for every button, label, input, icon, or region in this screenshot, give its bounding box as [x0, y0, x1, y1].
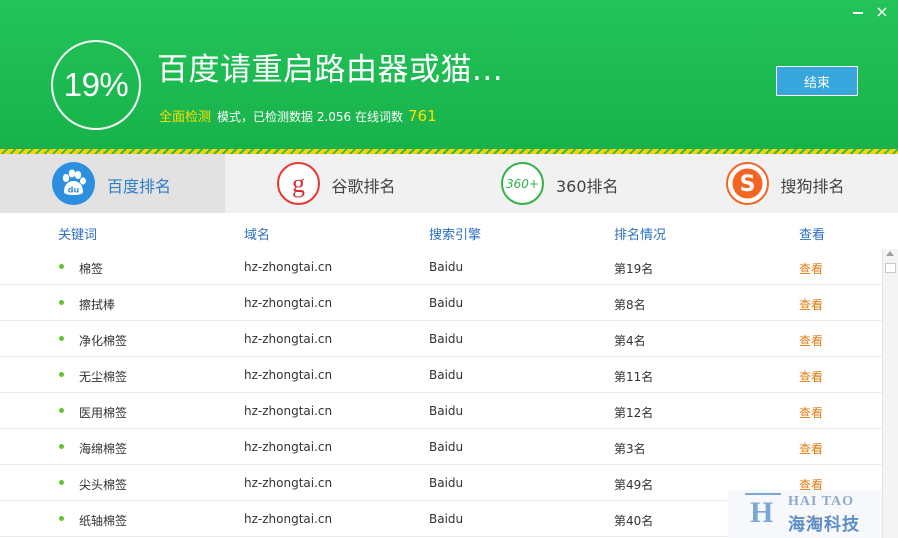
table-row: 擦拭棒 hz-zhongtai.cn Baidu 第8名 查看 — [0, 285, 882, 321]
cell-domain: hz-zhongtai.cn — [244, 440, 333, 454]
engine-tabs: du 百度排名 g 谷歌排名 360+ 360排名 S 搜狗排名 — [0, 154, 898, 213]
status-title: 百度请重启路由器或猫... — [157, 52, 504, 88]
cell-keyword: 净化棉签 — [79, 334, 128, 348]
cell-domain: hz-zhongtai.cn — [244, 332, 333, 346]
view-link[interactable]: 查看 — [799, 332, 823, 349]
cell-rank: 第19名 — [614, 262, 654, 276]
bullet-dot-icon — [59, 408, 64, 413]
bullet-dot-icon — [59, 480, 64, 485]
tab-sogou[interactable]: S 搜狗排名 — [674, 154, 898, 213]
baidu-paw-icon: du — [52, 162, 95, 205]
bullet-dot-icon — [59, 372, 64, 377]
watermark-brand-en: HAI TAO — [788, 494, 854, 509]
vertical-scrollbar[interactable] — [882, 249, 898, 538]
table-row: 棉签 hz-zhongtai.cn Baidu 第19名 查看 — [0, 249, 882, 285]
view-link[interactable]: 查看 — [799, 404, 823, 421]
scroll-up-arrow-icon[interactable] — [886, 251, 894, 256]
cell-domain: hz-zhongtai.cn — [244, 512, 333, 526]
column-header-view: 查看 — [799, 228, 826, 243]
cell-domain: hz-zhongtai.cn — [244, 368, 333, 382]
online-count: 761 — [408, 107, 437, 125]
google-g-icon: g — [276, 162, 320, 205]
tab-label: 搜狗排名 — [780, 177, 845, 196]
table-row: 无尘棉签 hz-zhongtai.cn Baidu 第11名 查看 — [0, 357, 882, 393]
minimize-button[interactable] — [850, 4, 866, 20]
view-link[interactable]: 查看 — [799, 440, 823, 457]
column-header-domain: 域名 — [244, 228, 271, 243]
cell-rank: 第40名 — [614, 514, 654, 528]
cell-keyword: 无尘棉签 — [79, 370, 128, 384]
progress-percent: 19% — [63, 66, 129, 103]
bullet-dot-icon — [59, 516, 64, 521]
cell-rank: 第11名 — [614, 370, 654, 384]
360-icon: 360+ — [501, 162, 544, 205]
table-row: 海绵棉签 hz-zhongtai.cn Baidu 第3名 查看 — [0, 429, 882, 465]
cell-rank: 第8名 — [614, 298, 646, 312]
cell-rank: 第4名 — [614, 334, 646, 348]
cell-domain: hz-zhongtai.cn — [244, 404, 333, 418]
cell-keyword: 医用棉签 — [79, 406, 128, 420]
cell-engine: Baidu — [429, 476, 464, 490]
cell-domain: hz-zhongtai.cn — [244, 260, 333, 274]
column-header-rank: 排名情况 — [614, 228, 667, 243]
haitao-logo-letter: H — [744, 493, 782, 529]
cell-rank: 第49名 — [614, 478, 654, 492]
bullet-dot-icon — [59, 444, 64, 449]
view-link[interactable]: 查看 — [799, 368, 823, 385]
cell-engine: Baidu — [429, 260, 464, 274]
tab-label: 百度排名 — [107, 177, 172, 196]
cell-engine: Baidu — [429, 512, 464, 526]
cell-rank: 第3名 — [614, 442, 646, 456]
svg-text:du: du — [68, 186, 80, 195]
cell-engine: Baidu — [429, 440, 464, 454]
cell-engine: Baidu — [429, 404, 464, 418]
sogou-s-icon: S — [725, 162, 769, 205]
cell-keyword: 纸轴棉签 — [79, 514, 128, 528]
status-text: 模式，已检测数据 2.056 在线词数 — [217, 110, 403, 124]
status-line: 全面检测 模式，已检测数据 2.056 在线词数 761 — [159, 106, 437, 125]
table-row: 净化棉签 hz-zhongtai.cn Baidu 第4名 查看 — [0, 321, 882, 357]
tab-baidu[interactable]: du 百度排名 — [0, 154, 225, 213]
table-header: 关键词 域名 搜索引擎 排名情况 查看 — [0, 213, 882, 249]
cell-keyword: 擦拭棒 — [79, 298, 116, 312]
svg-text:g: g — [292, 169, 305, 198]
haitao-watermark-logo: H HAI TAO 海淘科技 — [728, 490, 882, 538]
bullet-dot-icon — [59, 336, 64, 341]
watermark-brand-cn: 海淘科技 — [788, 515, 860, 535]
tab-label: 360排名 — [556, 177, 619, 196]
close-button[interactable]: × — [874, 4, 890, 20]
cell-keyword: 棉签 — [79, 262, 104, 276]
svg-text:360+: 360+ — [506, 177, 539, 191]
cell-engine: Baidu — [429, 368, 464, 382]
bullet-dot-icon — [59, 264, 64, 269]
tab-label: 谷歌排名 — [331, 177, 396, 196]
progress-ring: 19% — [51, 40, 141, 130]
view-link[interactable]: 查看 — [799, 296, 823, 313]
tab-google[interactable]: g 谷歌排名 — [225, 154, 450, 213]
view-link[interactable]: 查看 — [799, 260, 823, 277]
cell-engine: Baidu — [429, 296, 464, 310]
cell-engine: Baidu — [429, 332, 464, 346]
end-button[interactable]: 结束 — [776, 66, 858, 96]
cell-domain: hz-zhongtai.cn — [244, 476, 333, 490]
status-header: × 19% 百度请重启路由器或猫... 全面检测 模式，已检测数据 2.056 … — [0, 0, 898, 149]
cell-rank: 第12名 — [614, 406, 654, 420]
cell-domain: hz-zhongtai.cn — [244, 296, 333, 310]
column-header-keyword: 关键词 — [58, 228, 98, 243]
cell-keyword: 尖头棉签 — [79, 478, 128, 492]
scroll-thumb[interactable] — [885, 263, 896, 273]
svg-text:S: S — [739, 172, 755, 197]
bullet-dot-icon — [59, 300, 64, 305]
mode-label: 全面检测 — [159, 110, 212, 125]
cell-keyword: 海绵棉签 — [79, 442, 128, 456]
column-header-engine: 搜索引擎 — [429, 228, 482, 243]
table-row: 医用棉签 hz-zhongtai.cn Baidu 第12名 查看 — [0, 393, 882, 429]
rank-checker-window: × 19% 百度请重启路由器或猫... 全面检测 模式，已检测数据 2.056 … — [0, 0, 898, 538]
tab-360[interactable]: 360+ 360排名 — [449, 154, 674, 213]
